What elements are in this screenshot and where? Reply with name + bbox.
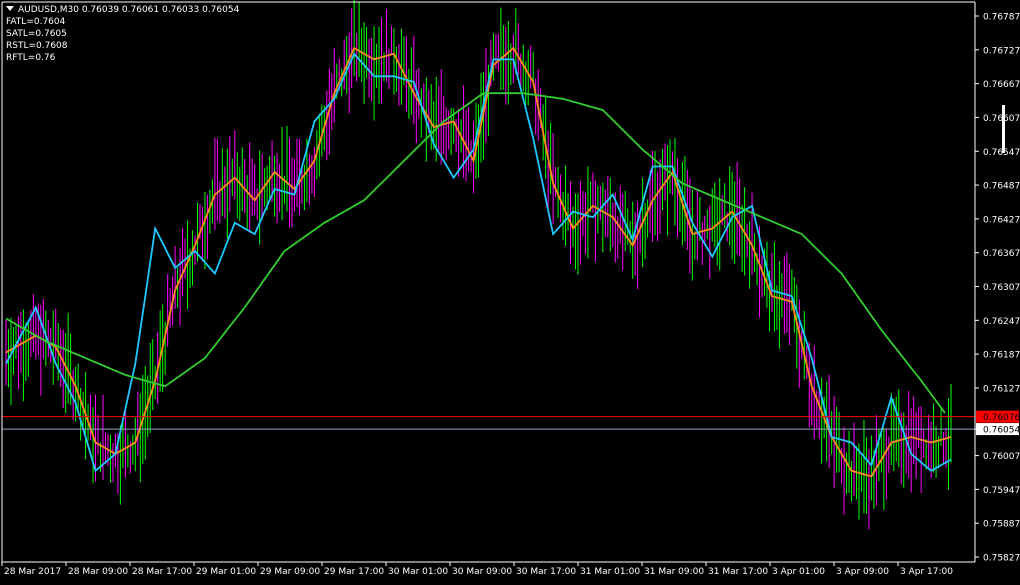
x-tick-label: 3 Apr 01:00 <box>772 567 825 577</box>
symbol-line: AUDUSD,M30 0.76039 0.76061 0.76033 0.760… <box>18 5 240 15</box>
y-tick-label: 0.75947 <box>983 486 1020 496</box>
indicator-info-panel: AUDUSD,M30 0.76039 0.76061 0.76033 0.760… <box>6 4 239 64</box>
satl-label: SATL=0.7605 <box>6 29 67 39</box>
y-tick-label: 0.76307 <box>983 283 1020 293</box>
price-chart[interactable]: 0.76787 0.76727 0.76667 0.76607 0.76547 0.764… <box>0 0 1020 581</box>
x-tick-label: 30 Mar 17:00 <box>516 567 576 577</box>
rstl-label: RSTL=0.7608 <box>6 41 68 51</box>
symbol-header[interactable]: AUDUSD,M30 0.76039 0.76061 0.76033 0.760… <box>6 4 239 16</box>
price-tags: 0.76076 0.76054 <box>976 410 1020 436</box>
current-price-tag-label: 0.76054 <box>983 426 1020 436</box>
x-axis: 28 Mar 2017 28 Mar 09:00 28 Mar 17:00 29 Ma… <box>1 562 953 577</box>
chart-root[interactable]: 0.76787 0.76727 0.76667 0.76607 0.76547 0.764… <box>0 0 1020 581</box>
y-tick-label: 0.76727 <box>983 46 1020 56</box>
y-tick-label: 0.76667 <box>983 80 1020 90</box>
x-tick-label: 28 Mar 2017 <box>4 567 61 577</box>
y-tick-label: 0.76427 <box>983 215 1020 225</box>
y-tick-label: 0.75827 <box>983 554 1020 564</box>
x-tick-label: 29 Mar 01:00 <box>196 567 256 577</box>
fatl-label: FATL=0.7604 <box>6 17 66 27</box>
rftl-label: RFTL=0.76 <box>6 53 56 63</box>
candles-layer <box>5 0 952 530</box>
y-tick-label: 0.76787 <box>983 13 1020 23</box>
y-tick-label: 0.76367 <box>983 249 1020 259</box>
x-tick-label: 29 Mar 17:00 <box>324 567 384 577</box>
x-tick-label: 31 Mar 01:00 <box>580 567 640 577</box>
red_level-price-tag-label: 0.76076 <box>983 413 1020 423</box>
y-tick-label: 0.76607 <box>983 114 1020 124</box>
y-axis: 0.76787 0.76727 0.76667 0.76607 0.76547 0.764… <box>975 13 1020 564</box>
x-tick-label: 3 Apr 09:00 <box>836 567 889 577</box>
x-tick-label: 3 Apr 17:00 <box>900 567 953 577</box>
y-tick-label: 0.76007 <box>983 452 1020 462</box>
dropdown-arrow-icon[interactable] <box>6 6 14 11</box>
y-tick-label: 0.75887 <box>983 520 1020 530</box>
x-tick-label: 29 Mar 09:00 <box>260 567 320 577</box>
y-tick-label: 0.76547 <box>983 148 1020 158</box>
y-tick-label: 0.76187 <box>983 351 1020 361</box>
y-tick-label: 0.76487 <box>983 182 1020 192</box>
x-tick-label: 31 Mar 17:00 <box>708 567 768 577</box>
x-tick-label: 30 Mar 01:00 <box>388 567 448 577</box>
x-tick-label: 30 Mar 09:00 <box>452 567 512 577</box>
y-tick-label: 0.76127 <box>983 384 1020 394</box>
x-tick-label: 28 Mar 17:00 <box>132 567 192 577</box>
scroll-marker[interactable] <box>1002 105 1005 153</box>
x-tick-label: 31 Mar 09:00 <box>644 567 704 577</box>
x-tick-label: 28 Mar 09:00 <box>68 567 128 577</box>
y-tick-label: 0.76247 <box>983 317 1020 327</box>
